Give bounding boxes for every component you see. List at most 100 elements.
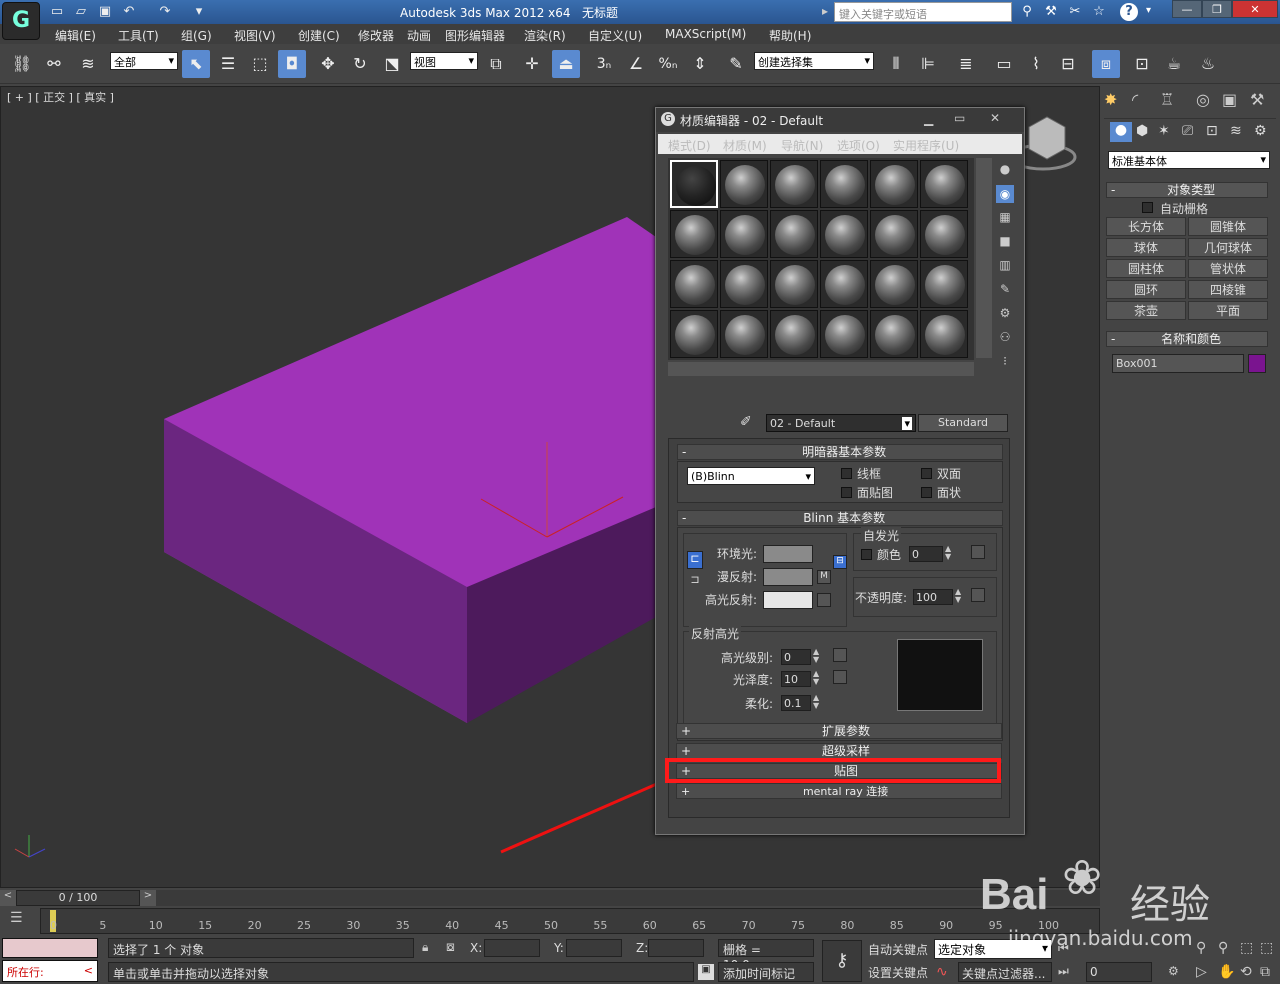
sample-slot[interactable] xyxy=(920,310,968,358)
spacewarps-icon[interactable]: ≋ xyxy=(1230,123,1242,139)
render-setup-icon[interactable]: ⊡ xyxy=(1128,50,1156,78)
sample-slot[interactable] xyxy=(870,310,918,358)
extended-params-rollout[interactable]: + 扩展参数 xyxy=(676,723,1002,739)
face-map-checkbox[interactable] xyxy=(841,487,852,498)
sample-slot[interactable] xyxy=(870,210,918,258)
lock-diffuse-specular-icon[interactable]: ⊐ xyxy=(687,573,703,591)
graphite-ribbon-icon[interactable]: ▭ xyxy=(990,50,1018,78)
diffuse-map-button[interactable]: M xyxy=(817,570,831,584)
object-color-swatch[interactable] xyxy=(1248,354,1266,373)
select-object-icon[interactable]: ⬉ xyxy=(182,50,210,78)
undo-icon[interactable]: ↶ xyxy=(120,3,138,21)
sample-slot[interactable] xyxy=(770,310,818,358)
z-coord-field[interactable] xyxy=(648,939,704,957)
backlight-icon[interactable]: ◉ xyxy=(996,185,1014,203)
sample-slot[interactable] xyxy=(720,160,768,208)
sample-slot[interactable] xyxy=(670,160,718,208)
opacity-spinner[interactable]: 100 xyxy=(913,589,953,605)
sample-slot[interactable] xyxy=(720,210,768,258)
menu-rendering[interactable]: 渲染(R) xyxy=(524,27,566,44)
key-filters-button[interactable]: 关键点过滤器... xyxy=(958,962,1052,982)
ambient-color-swatch[interactable] xyxy=(763,545,813,563)
category-dropdown[interactable]: 标准基本体 ▾ xyxy=(1108,151,1270,169)
search-input[interactable]: 键入关键字或短语 xyxy=(834,2,1012,22)
menu-views[interactable]: 视图(V) xyxy=(234,27,276,44)
menu-animation[interactable]: 动画 xyxy=(407,27,431,44)
mental-ray-rollout[interactable]: + mental ray 连接 xyxy=(676,783,1002,799)
video-color-check-icon[interactable]: ▥ xyxy=(996,256,1014,274)
lock-specular-icon[interactable]: ⊟ xyxy=(833,555,847,569)
opacity-spinner-arrows[interactable]: ▲ ▼ xyxy=(955,588,961,604)
new-file-icon[interactable]: ▭ xyxy=(48,3,66,21)
sample-slot[interactable] xyxy=(870,260,918,308)
spec-level-spinner[interactable]: 0 xyxy=(781,649,811,665)
y-coord-field[interactable] xyxy=(566,939,622,957)
wire-checkbox[interactable] xyxy=(841,468,852,479)
modify-tab-icon[interactable]: ◜ xyxy=(1132,90,1138,109)
cameras-icon[interactable]: ⎚ xyxy=(1182,123,1193,139)
pyramid-button[interactable]: 四棱锥 xyxy=(1188,280,1268,299)
time-slider-prev-icon[interactable]: < xyxy=(0,890,16,906)
sample-slot[interactable] xyxy=(820,310,868,358)
layer-manager-icon[interactable]: ≣ xyxy=(952,50,980,78)
options-icon[interactable]: ⚙ xyxy=(996,304,1014,322)
move-icon[interactable]: ✥ xyxy=(314,50,342,78)
favorites-icon[interactable]: ☆ xyxy=(1088,2,1110,22)
make-preview-icon[interactable]: ✎ xyxy=(996,280,1014,298)
me-menu-utilities[interactable]: 实用程序(U) xyxy=(893,137,959,154)
align-icon[interactable]: ⊫ xyxy=(914,50,942,78)
spec-level-map-button[interactable] xyxy=(833,648,847,662)
sample-slot[interactable] xyxy=(770,210,818,258)
me-menu-material[interactable]: 材质(M) xyxy=(723,137,767,154)
sample-slot[interactable] xyxy=(670,310,718,358)
spinner-snap-icon[interactable]: ⇕ xyxy=(686,50,714,78)
background-icon[interactable]: ▦ xyxy=(996,208,1014,226)
search-expand-icon[interactable]: ▸ xyxy=(822,4,828,18)
geosphere-button[interactable]: 几何球体 xyxy=(1188,238,1268,257)
scale-icon[interactable]: ⬔ xyxy=(378,50,406,78)
minimize-button[interactable]: — xyxy=(1172,0,1202,18)
tube-button[interactable]: 管状体 xyxy=(1188,259,1268,278)
cone-button[interactable]: 圆锥体 xyxy=(1188,217,1268,236)
utilities-tab-icon[interactable]: ⚒ xyxy=(1250,90,1264,109)
angle-snap-icon[interactable]: ∠ xyxy=(622,50,650,78)
material-map-navigator-icon[interactable]: ⁝ xyxy=(996,352,1014,370)
window-crossing-icon[interactable]: ◘ xyxy=(278,50,306,78)
maximize-viewport-icon[interactable]: ⧉ xyxy=(1260,964,1270,980)
binoculars-icon[interactable]: ⚲ xyxy=(1016,2,1038,22)
hierarchy-tab-icon[interactable]: ♖ xyxy=(1160,90,1174,109)
shader-basic-rollout-header[interactable]: - 明暗器基本参数 xyxy=(677,444,1003,460)
specular-map-button[interactable] xyxy=(817,593,831,607)
diffuse-color-swatch[interactable] xyxy=(763,568,813,586)
communication-center-icon[interactable]: ✂ xyxy=(1064,2,1086,22)
pick-material-eyedropper-icon[interactable]: ✐ xyxy=(740,414,752,430)
select-manipulate-icon[interactable]: ✛ xyxy=(518,50,546,78)
geometry-icon[interactable]: ● xyxy=(1110,122,1132,142)
add-time-tag-button[interactable]: 添加时间标记 xyxy=(718,962,814,982)
close-button[interactable]: ✕ xyxy=(1232,0,1278,18)
me-maximize-button[interactable]: ▭ xyxy=(954,111,965,125)
set-key-icon[interactable]: ⚷ xyxy=(822,940,862,982)
time-config-icon[interactable]: ⚙ xyxy=(1168,964,1179,978)
link-icon[interactable]: ⛓ xyxy=(8,50,36,78)
plane-button[interactable]: 平面 xyxy=(1188,301,1268,320)
ref-coord-dropdown[interactable]: 视图 ▾ xyxy=(410,52,478,70)
help-icon[interactable]: ? xyxy=(1120,3,1138,21)
soften-spinner[interactable]: 0.1 xyxy=(781,695,811,711)
selection-filter-dropdown[interactable]: 全部 ▾ xyxy=(110,52,178,70)
two-sided-checkbox[interactable] xyxy=(921,468,932,479)
name-color-rollout-header[interactable]: - 名称和颜色 xyxy=(1106,331,1268,347)
shader-dropdown[interactable]: (B)Blinn ▾ xyxy=(687,467,815,485)
rotate-icon[interactable]: ↻ xyxy=(346,50,374,78)
select-by-name-icon[interactable]: ☰ xyxy=(214,50,242,78)
display-tab-icon[interactable]: ▣ xyxy=(1222,90,1237,109)
keyboard-shortcut-icon[interactable]: ⏏ xyxy=(552,50,580,78)
zoom-extents-all-icon[interactable]: ⬚ xyxy=(1260,940,1273,956)
sample-type-icon[interactable]: ● xyxy=(996,160,1014,178)
maximize-button[interactable]: ❐ xyxy=(1202,0,1232,18)
zoom-all-icon[interactable]: ⚲ xyxy=(1218,940,1228,956)
object-name-field[interactable]: Box001 xyxy=(1112,354,1244,373)
box-button[interactable]: 长方体 xyxy=(1106,217,1186,236)
orbit-icon[interactable]: ⟲ xyxy=(1240,964,1252,980)
current-frame-field[interactable]: 0 xyxy=(1086,962,1152,982)
